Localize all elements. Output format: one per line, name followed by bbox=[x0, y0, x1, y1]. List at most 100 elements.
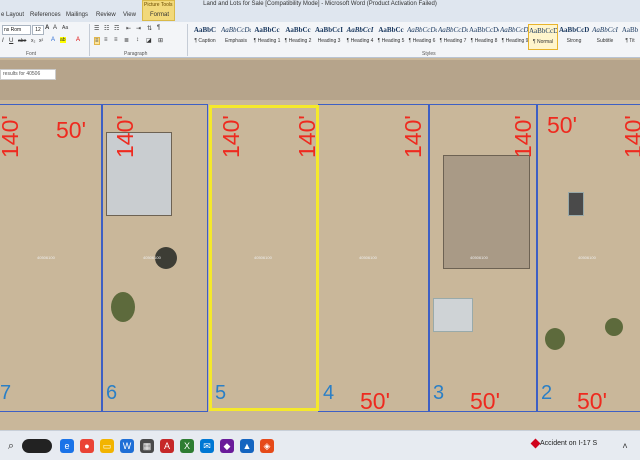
style-name: ¶ Heading 4 bbox=[346, 38, 374, 44]
style-name: Strong bbox=[566, 38, 582, 44]
title-bar: Land and Lots for Sale [Compatibility Mo… bbox=[0, 0, 640, 10]
paragraph-group-label: Paragraph bbox=[124, 51, 148, 57]
style-sample: AaBbCcDc bbox=[529, 27, 557, 35]
highlight-icon[interactable]: ab bbox=[60, 37, 66, 43]
lot-number-6: 6 bbox=[106, 382, 118, 404]
bullets-icon[interactable]: ☰ bbox=[94, 25, 99, 32]
sort-icon[interactable]: ⇅ bbox=[147, 25, 152, 32]
style-heading-2[interactable]: AaBbCc ¶ Heading 2 bbox=[283, 24, 313, 50]
styles-group-label: Styles bbox=[422, 51, 436, 57]
style-heading-8[interactable]: AaBbCcDc ¶ Heading 8 bbox=[469, 24, 499, 50]
multilevel-list-icon[interactable]: ☶ bbox=[114, 25, 119, 32]
app-icon[interactable]: ◆ bbox=[220, 439, 234, 453]
grow-font-icon[interactable]: A bbox=[45, 25, 49, 31]
alert-icon bbox=[530, 438, 541, 449]
style-name: ¶ Heading 9 bbox=[501, 38, 529, 44]
subscript-icon[interactable]: x₂ bbox=[31, 38, 35, 44]
italic-icon[interactable]: I bbox=[2, 38, 4, 44]
style-heading-9[interactable]: AaBbCcDc ¶ Heading 9 bbox=[500, 24, 530, 50]
style-subtitle[interactable]: AaBbCcI Subtitle bbox=[590, 24, 620, 50]
strikethrough-icon[interactable]: abe bbox=[18, 38, 26, 44]
tab-view[interactable]: View bbox=[123, 12, 136, 18]
style-normal[interactable]: AaBbCcDc ¶ Normal bbox=[528, 24, 558, 50]
borders-icon[interactable]: ⊞ bbox=[158, 37, 163, 44]
font-size-box[interactable]: 12 bbox=[32, 25, 44, 35]
shrub bbox=[111, 292, 135, 322]
word-icon[interactable]: W bbox=[120, 439, 134, 453]
chrome-icon[interactable]: ● bbox=[80, 439, 94, 453]
tab-mailings[interactable]: Mailings bbox=[66, 12, 88, 18]
font-name-box[interactable]: ns Rom bbox=[2, 25, 31, 35]
parcel-id-lot-3: 40506100 bbox=[470, 255, 488, 260]
width-label: 50' bbox=[360, 388, 390, 414]
trailer-roof bbox=[433, 298, 473, 332]
lot-number-5: 5 bbox=[215, 382, 227, 404]
style-name: ¶ Heading 7 bbox=[439, 38, 467, 44]
style-name: ¶ Heading 1 bbox=[253, 38, 281, 44]
style-heading-4[interactable]: AaBbCcI ¶ Heading 4 bbox=[345, 24, 375, 50]
justify-icon[interactable]: ≣ bbox=[124, 37, 129, 44]
tab-review[interactable]: Review bbox=[96, 12, 116, 18]
style-title[interactable]: AaBb ¶ Tit bbox=[620, 24, 640, 50]
decrease-indent-icon[interactable]: ⇤ bbox=[126, 25, 131, 32]
style-sample: AaBbCcDc bbox=[559, 26, 589, 34]
tab-page-layout[interactable]: e Layout bbox=[1, 12, 24, 18]
style-sample: AaBbCcI bbox=[346, 26, 374, 34]
style-heading-5[interactable]: AaBbCc ¶ Heading 5 bbox=[376, 24, 406, 50]
tab-format[interactable]: Format bbox=[150, 12, 169, 18]
align-left-icon[interactable]: ≡ bbox=[94, 37, 100, 45]
mail-icon[interactable]: ✉ bbox=[200, 439, 214, 453]
shrink-font-icon[interactable]: A bbox=[53, 25, 57, 31]
road-strip bbox=[0, 60, 640, 100]
lot-number-3: 3 bbox=[433, 382, 445, 404]
underline-icon[interactable]: U bbox=[9, 38, 13, 44]
tab-references[interactable]: References bbox=[30, 12, 61, 18]
edge-browser-icon[interactable]: e bbox=[60, 439, 74, 453]
style-heading-3[interactable]: AaBbCcI Heading 3 bbox=[314, 24, 344, 50]
align-right-icon[interactable]: ≡ bbox=[114, 37, 118, 43]
shading-icon[interactable]: ◪ bbox=[146, 37, 152, 44]
group-divider bbox=[89, 24, 90, 56]
excel-icon[interactable]: X bbox=[180, 439, 194, 453]
shrub bbox=[545, 328, 565, 350]
style-sample: AaBbCcDc bbox=[221, 26, 251, 34]
shrub bbox=[605, 318, 623, 336]
show-formatting-icon[interactable]: ¶ bbox=[157, 25, 160, 31]
depth-label: 140' bbox=[112, 115, 138, 158]
change-case-icon[interactable]: Aa bbox=[62, 25, 68, 31]
style-heading-6[interactable]: AaBbCcDc ¶ Heading 6 bbox=[407, 24, 437, 50]
brave-icon[interactable]: ◈ bbox=[260, 439, 274, 453]
numbering-icon[interactable]: ☷ bbox=[104, 25, 109, 32]
width-label: 50' bbox=[577, 388, 607, 414]
style-caption[interactable]: AaBbC ¶ Caption bbox=[190, 24, 220, 50]
search-icon[interactable]: ⌕ bbox=[4, 439, 18, 453]
text-effects-icon[interactable]: A bbox=[51, 37, 55, 43]
style-strong[interactable]: AaBbCcDc Strong bbox=[559, 24, 589, 50]
line-spacing-icon[interactable]: ↕ bbox=[136, 37, 139, 43]
style-sample: AaBbCc bbox=[285, 26, 311, 34]
store-icon[interactable]: ▦ bbox=[140, 439, 154, 453]
picture-tools-label: Picture Tools bbox=[144, 2, 173, 8]
style-heading-1[interactable]: AaBbCc ¶ Heading 1 bbox=[252, 24, 282, 50]
photos-icon[interactable]: ▲ bbox=[240, 439, 254, 453]
align-center-icon[interactable]: ≡ bbox=[104, 37, 108, 43]
style-name: ¶ Heading 5 bbox=[377, 38, 405, 44]
chevron-up-icon[interactable]: ˄ bbox=[618, 439, 632, 453]
parcel-id-lot-2: 40506100 bbox=[578, 255, 596, 260]
parcel-id-lot-4: 40506100 bbox=[359, 255, 377, 260]
file-explorer-icon[interactable]: ▭ bbox=[100, 439, 114, 453]
style-sample: AaBbCcDc bbox=[500, 26, 530, 34]
acrobat-icon[interactable]: A bbox=[160, 439, 174, 453]
parcel-id-lot-7: 40506100 bbox=[37, 255, 55, 260]
copilot-widget[interactable] bbox=[22, 439, 52, 453]
picture-tools-tab[interactable]: Picture Tools Format bbox=[142, 0, 175, 21]
style-sample: AaBbC bbox=[193, 26, 217, 34]
increase-indent-icon[interactable]: ⇥ bbox=[136, 25, 141, 32]
font-color-icon[interactable]: A bbox=[76, 37, 80, 43]
style-emphasis[interactable]: AaBbCcDc Emphasis bbox=[221, 24, 251, 50]
traffic-notification[interactable]: Accident on I-17 S bbox=[540, 440, 597, 447]
style-heading-7[interactable]: AaBbCcDc ¶ Heading 7 bbox=[438, 24, 468, 50]
parcel-id-lot-5: 40506100 bbox=[254, 255, 272, 260]
width-label: 50' bbox=[56, 117, 86, 143]
superscript-icon[interactable]: x² bbox=[39, 38, 43, 44]
